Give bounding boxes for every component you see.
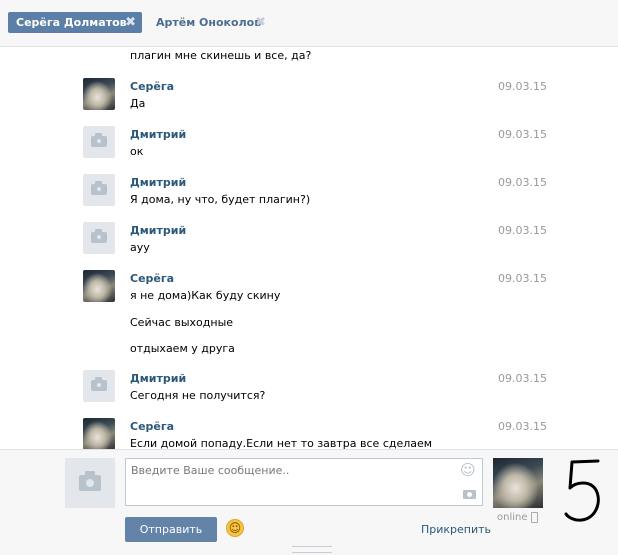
message-text: ауу xyxy=(130,241,150,254)
message-text: отдыхаем у друга xyxy=(130,342,235,355)
message-list[interactable]: плагин мне скинешь и все, да? Серёга 09.… xyxy=(0,47,618,449)
camera-icon xyxy=(91,377,107,391)
message-composer: Введите Ваше сообщение.. ☺ Отправить ☺ П… xyxy=(0,449,618,555)
message-date[interactable]: 09.03.15 xyxy=(498,176,547,189)
tab-label: Артём Оноколов xyxy=(156,16,262,29)
photo-icon[interactable] xyxy=(463,490,476,499)
avatar[interactable] xyxy=(83,78,115,110)
send-button[interactable]: Отправить xyxy=(125,517,217,542)
close-icon[interactable]: ✖ xyxy=(255,12,266,33)
avatar[interactable] xyxy=(83,418,115,449)
message-author[interactable]: Дмитрий xyxy=(130,128,186,141)
message-input[interactable]: Введите Ваше сообщение.. xyxy=(125,458,483,506)
mobile-phone-icon xyxy=(531,512,538,523)
message-text: плагин мне скинешь и все, да? xyxy=(130,49,312,62)
tab-artem-onokolov[interactable]: Артём Оноколов ✖ xyxy=(148,12,272,33)
message-text: Сейчас выходные xyxy=(130,316,234,329)
peer-online-status: online xyxy=(497,512,528,523)
message-date[interactable]: 09.03.15 xyxy=(498,272,547,285)
message-date[interactable]: 09.03.15 xyxy=(498,224,547,237)
close-icon[interactable]: ✖ xyxy=(125,12,136,33)
avatar[interactable] xyxy=(83,270,115,302)
avatar[interactable] xyxy=(83,370,115,402)
dialog-tabs: Серёга Долматов ✖ Артём Оноколов ✖ xyxy=(0,0,618,47)
message-author[interactable]: Серёга xyxy=(130,80,174,93)
message-date[interactable]: 09.03.15 xyxy=(498,372,547,385)
message-date[interactable]: 09.03.15 xyxy=(498,420,547,433)
message-date[interactable]: 09.03.15 xyxy=(498,128,547,141)
avatar[interactable] xyxy=(83,174,115,206)
camera-icon xyxy=(91,181,107,195)
message-author[interactable]: Серёга xyxy=(130,272,174,285)
message-text: Я дома, ну что, будет плагин?) xyxy=(130,193,311,206)
handwritten-number-annotation: 5 xyxy=(564,459,600,522)
peer-avatar[interactable] xyxy=(493,458,543,508)
avatar[interactable] xyxy=(83,126,115,158)
message-text: Сегодня не получится? xyxy=(130,389,266,402)
message-author[interactable]: Дмитрий xyxy=(130,176,186,189)
message-text: ок xyxy=(130,145,144,158)
avatar[interactable] xyxy=(83,222,115,254)
camera-icon xyxy=(91,229,107,243)
message-text: Да xyxy=(130,97,146,110)
tab-label: Серёга Долматов xyxy=(16,16,127,29)
attach-link[interactable]: Прикрепить xyxy=(421,523,491,536)
camera-icon xyxy=(79,471,101,491)
message-date[interactable]: 09.03.15 xyxy=(498,80,547,93)
message-text: я не дома)Как буду скину xyxy=(130,289,281,302)
message-author[interactable]: Дмитрий xyxy=(130,372,186,385)
message-author[interactable]: Серёга xyxy=(130,420,174,433)
message-text: Если домой попаду.Если нет то завтра все… xyxy=(130,437,433,449)
smile-icon[interactable]: ☺ xyxy=(460,461,476,479)
emoji-icon[interactable]: ☺ xyxy=(226,519,244,537)
tab-serega-dolmatov[interactable]: Серёга Долматов ✖ xyxy=(8,12,142,33)
message-author[interactable]: Дмитрий xyxy=(130,224,186,237)
camera-icon xyxy=(91,133,107,147)
resize-handle[interactable] xyxy=(292,546,332,553)
my-avatar[interactable] xyxy=(65,458,115,508)
